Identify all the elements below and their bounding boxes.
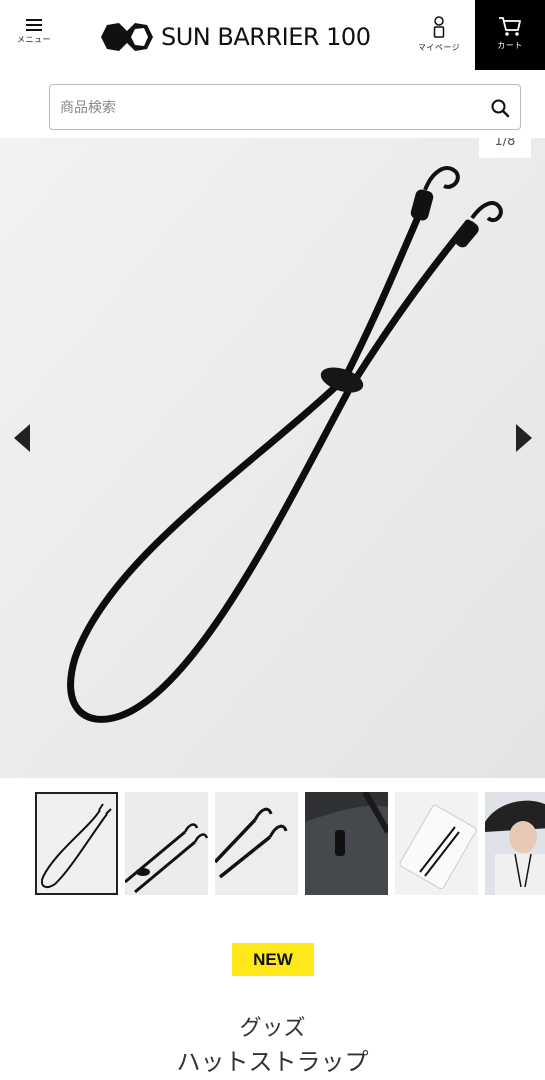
product-category: グッズ bbox=[239, 1016, 306, 1041]
mypage-label: マイページ bbox=[417, 43, 461, 52]
logo-text: SUN BARRIER 100 bbox=[161, 23, 371, 51]
site-logo[interactable]: SUN BARRIER 100 bbox=[97, 17, 371, 57]
user-icon bbox=[433, 16, 445, 38]
hat-strap-image bbox=[0, 138, 545, 778]
cart-label: カート bbox=[497, 41, 523, 50]
product-main-image[interactable] bbox=[0, 138, 545, 778]
search-icon[interactable] bbox=[490, 98, 510, 118]
thumbnail-strip bbox=[0, 790, 545, 900]
cart-icon bbox=[499, 17, 521, 36]
prev-image-arrow-icon[interactable] bbox=[8, 420, 38, 456]
thumbnail-1[interactable] bbox=[35, 792, 118, 895]
thumbnail-4[interactable] bbox=[305, 792, 388, 895]
sun-barrier-logo-icon bbox=[101, 23, 153, 51]
menu-button[interactable]: メニュー bbox=[12, 18, 56, 58]
thumbnail-5[interactable] bbox=[395, 792, 478, 895]
mypage-button[interactable]: マイページ bbox=[414, 14, 464, 58]
search-box bbox=[49, 84, 521, 131]
new-badge: NEW bbox=[232, 943, 314, 976]
menu-label: メニュー bbox=[17, 35, 51, 44]
thumbnail-3[interactable] bbox=[215, 792, 298, 895]
thumbnail-2[interactable] bbox=[125, 792, 208, 895]
search-input[interactable] bbox=[58, 85, 482, 131]
hamburger-icon bbox=[26, 19, 42, 31]
next-image-arrow-icon[interactable] bbox=[508, 420, 538, 456]
thumbnail-6[interactable] bbox=[485, 792, 545, 895]
image-counter: 1/8 bbox=[479, 138, 531, 158]
cart-button[interactable]: カート bbox=[475, 0, 545, 70]
site-header: メニュー SUN BARRIER 100 マイページ カート bbox=[0, 0, 545, 70]
product-name: ハットストラップ bbox=[176, 1048, 369, 1076]
